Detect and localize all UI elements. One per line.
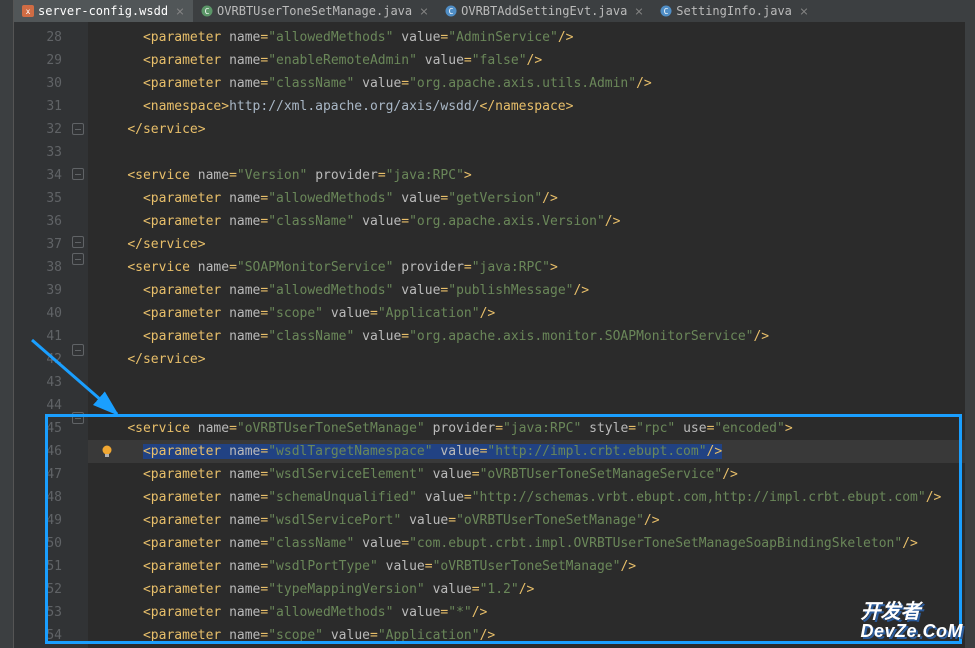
fold-gutter[interactable] <box>70 22 88 648</box>
java-class-icon: C <box>445 5 457 17</box>
java-class-icon: C <box>201 5 213 17</box>
watermark-en: DevZe.CoM <box>860 622 963 640</box>
java-class-icon: C <box>660 5 672 17</box>
tab-label: server-config.wsdd <box>38 4 168 18</box>
watermark-logo: 开发者 DevZe.CoM <box>860 602 963 640</box>
vertical-scrollbar[interactable] <box>965 22 975 648</box>
tab-label: OVRBTUserToneSetManage.java <box>217 4 412 18</box>
svg-text:x: x <box>26 7 31 16</box>
tab-server-config[interactable]: x server-config.wsdd <box>14 0 193 22</box>
editor-tabs: x server-config.wsdd C OVRBTUserToneSetM… <box>14 0 975 22</box>
svg-text:C: C <box>449 7 454 16</box>
close-icon[interactable] <box>420 7 429 16</box>
xml-file-icon: x <box>22 5 34 17</box>
editor-area: 2829303132333435363738394041424344454647… <box>14 22 975 648</box>
tab-ovrbt-manage[interactable]: C OVRBTUserToneSetManage.java <box>193 0 437 22</box>
side-tool-gutter <box>0 0 14 648</box>
close-icon[interactable] <box>635 7 644 16</box>
tab-ovrbt-add-setting[interactable]: C OVRBTAddSettingEvt.java <box>437 0 652 22</box>
watermark-cn: 开发者 <box>860 602 963 622</box>
close-icon[interactable] <box>800 7 809 16</box>
close-icon[interactable] <box>176 7 185 16</box>
svg-text:C: C <box>205 7 210 16</box>
intention-bulb-icon[interactable] <box>100 444 114 458</box>
svg-text:C: C <box>664 7 669 16</box>
tab-label: OVRBTAddSettingEvt.java <box>461 4 627 18</box>
line-number-gutter[interactable]: 2829303132333435363738394041424344454647… <box>14 22 70 648</box>
tab-setting-info[interactable]: C SettingInfo.java <box>652 0 817 22</box>
code-content[interactable]: <parameter name="allowedMethods" value="… <box>88 22 975 648</box>
tab-label: SettingInfo.java <box>676 4 792 18</box>
